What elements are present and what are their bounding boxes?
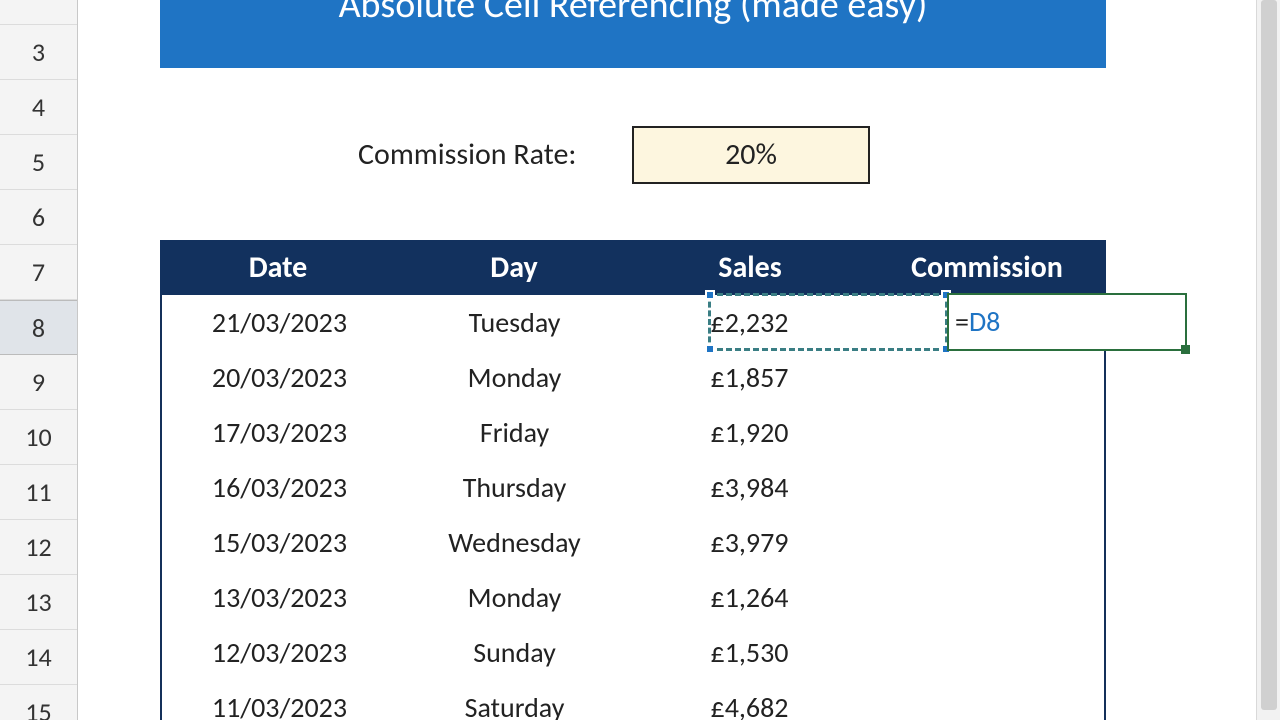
row-header[interactable]: 5 bbox=[0, 135, 77, 190]
cell-sales[interactable]: £1,857 bbox=[632, 360, 867, 395]
cell-date[interactable]: 13/03/2023 bbox=[162, 580, 397, 615]
commission-rate-label: Commission Rate: bbox=[358, 136, 576, 173]
table-row: 13/03/2023 Monday £1,264 bbox=[162, 570, 1104, 625]
row-header[interactable]: 13 bbox=[0, 575, 77, 630]
table-body: 21/03/2023 Tuesday £2,232 20/03/2023 Mon… bbox=[160, 295, 1106, 720]
row-header[interactable]: 9 bbox=[0, 355, 77, 410]
active-edit-cell[interactable]: =D8 bbox=[947, 293, 1187, 351]
cell-day[interactable]: Wednesday bbox=[397, 525, 632, 560]
table-header-row: Date Day Sales Commission bbox=[160, 240, 1106, 295]
cell-date[interactable]: 16/03/2023 bbox=[162, 470, 397, 505]
formula-equals: = bbox=[955, 304, 969, 339]
scrollbar-thumb[interactable] bbox=[1261, 0, 1277, 710]
cell-day[interactable]: Thursday bbox=[397, 470, 632, 505]
table-row: 15/03/2023 Wednesday £3,979 bbox=[162, 515, 1104, 570]
row-header[interactable]: 14 bbox=[0, 630, 77, 685]
formula-reference: D8 bbox=[969, 304, 1000, 339]
table-row: 12/03/2023 Sunday £1,530 bbox=[162, 625, 1104, 680]
cell-date[interactable]: 17/03/2023 bbox=[162, 415, 397, 450]
table-row: 11/03/2023 Saturday £4,682 bbox=[162, 680, 1104, 720]
cell-date[interactable]: 20/03/2023 bbox=[162, 360, 397, 395]
row-header-active[interactable]: 8 bbox=[0, 300, 77, 355]
cell-date[interactable]: 21/03/2023 bbox=[162, 305, 397, 340]
table-row: 16/03/2023 Thursday £3,984 bbox=[162, 460, 1104, 515]
row-header-gutter: 3 4 5 6 7 8 9 10 11 12 13 14 15 bbox=[0, 0, 78, 720]
cell-sales[interactable]: £1,264 bbox=[632, 580, 867, 615]
cell-day[interactable]: Sunday bbox=[397, 635, 632, 670]
table-row: 17/03/2023 Friday £1,920 bbox=[162, 405, 1104, 460]
commission-rate-cell[interactable]: 20% bbox=[632, 126, 870, 184]
spreadsheet-viewport: 3 4 5 6 7 8 9 10 11 12 13 14 15 Absolute… bbox=[0, 0, 1280, 720]
cell-day[interactable]: Friday bbox=[397, 415, 632, 450]
cell-sales[interactable]: £4,682 bbox=[632, 690, 867, 720]
cell-date[interactable]: 15/03/2023 bbox=[162, 525, 397, 560]
cell-sales[interactable]: £1,530 bbox=[632, 635, 867, 670]
cell-date[interactable]: 11/03/2023 bbox=[162, 690, 397, 720]
cell-day[interactable]: Monday bbox=[397, 580, 632, 615]
row-header-spacer bbox=[0, 0, 77, 25]
row-header[interactable]: 6 bbox=[0, 190, 77, 245]
fill-handle-icon[interactable] bbox=[1181, 345, 1190, 354]
cell-day[interactable]: Saturday bbox=[397, 690, 632, 720]
vertical-scrollbar[interactable] bbox=[1256, 0, 1280, 720]
col-header-sales[interactable]: Sales bbox=[632, 249, 868, 286]
cell-sales[interactable]: £3,984 bbox=[632, 470, 867, 505]
table-row: 20/03/2023 Monday £1,857 bbox=[162, 350, 1104, 405]
cell-sales[interactable]: £2,232 bbox=[632, 305, 867, 340]
cell-date[interactable]: 12/03/2023 bbox=[162, 635, 397, 670]
row-header[interactable]: 11 bbox=[0, 465, 77, 520]
row-header[interactable]: 15 bbox=[0, 685, 77, 720]
cell-sales[interactable]: £3,979 bbox=[632, 525, 867, 560]
row-header[interactable]: 4 bbox=[0, 80, 77, 135]
title-banner: Absolute Cell Referencing (made easy) bbox=[160, 0, 1106, 68]
col-header-date[interactable]: Date bbox=[160, 249, 396, 286]
col-header-day[interactable]: Day bbox=[396, 249, 632, 286]
row-header[interactable]: 7 bbox=[0, 245, 77, 300]
row-header[interactable]: 3 bbox=[0, 25, 77, 80]
cell-day[interactable]: Tuesday bbox=[397, 305, 632, 340]
sheet-area[interactable]: Absolute Cell Referencing (made easy) Co… bbox=[78, 0, 1250, 720]
row-header[interactable]: 10 bbox=[0, 410, 77, 465]
cell-sales[interactable]: £1,920 bbox=[632, 415, 867, 450]
col-header-commission[interactable]: Commission bbox=[868, 249, 1106, 286]
cell-day[interactable]: Monday bbox=[397, 360, 632, 395]
title-text: Absolute Cell Referencing (made easy) bbox=[339, 0, 928, 28]
row-header[interactable]: 12 bbox=[0, 520, 77, 575]
